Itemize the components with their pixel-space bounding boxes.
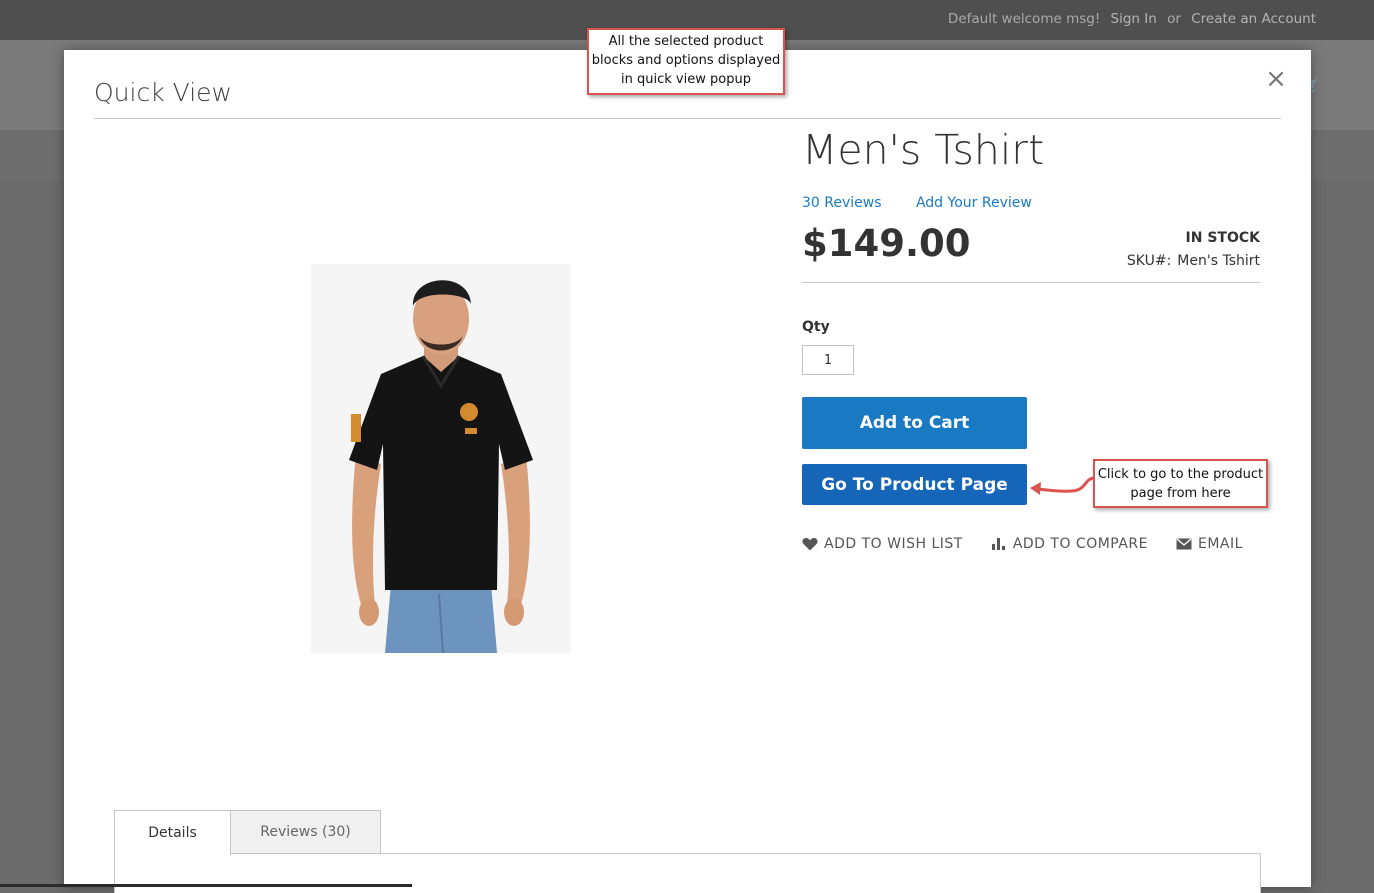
header-links: Default welcome msg! Sign In or Create a…	[942, 11, 1316, 27]
sku-value: Men's Tshirt	[1177, 253, 1260, 269]
product-photo-illustration	[311, 264, 571, 654]
go-to-product-page-button[interactable]: Go To Product Page	[802, 464, 1027, 505]
product-image	[311, 264, 571, 654]
modal-header-divider	[94, 118, 1281, 119]
or-text: or	[1167, 11, 1181, 27]
modal-title: Quick View	[94, 78, 232, 107]
email-link[interactable]: EMAIL	[1176, 536, 1243, 552]
callout-product-page: Click to go to the product page from her…	[1093, 459, 1268, 508]
wishlist-label: ADD TO WISH LIST	[824, 536, 963, 552]
product-title: Men's Tshirt	[802, 126, 1045, 174]
sign-in-link[interactable]: Sign In	[1111, 11, 1157, 27]
info-divider	[802, 282, 1260, 283]
product-price: $149.00	[802, 222, 971, 265]
envelope-icon	[1176, 538, 1192, 550]
heart-icon	[802, 538, 818, 551]
tab-reviews[interactable]: Reviews (30)	[230, 810, 381, 854]
compare-label: ADD TO COMPARE	[1012, 536, 1148, 552]
product-actions: ADD TO WISH LIST ADD TO COMPARE EMAIL	[802, 536, 1271, 552]
reviews-link[interactable]: 30 Reviews	[802, 195, 882, 211]
tab-details[interactable]: Details	[114, 810, 231, 855]
product-sku: SKU#: Men's Tshirt	[1127, 253, 1260, 269]
add-to-wishlist-link[interactable]: ADD TO WISH LIST	[802, 536, 963, 552]
tab-active-mask	[115, 853, 230, 855]
close-icon[interactable]: ×	[1261, 64, 1291, 94]
add-to-cart-button[interactable]: Add to Cart	[802, 397, 1027, 449]
reviews-row: 30 Reviews Add Your Review	[802, 195, 1032, 211]
add-to-compare-link[interactable]: ADD TO COMPARE	[991, 536, 1148, 552]
tab-panel	[114, 853, 1261, 893]
qty-input[interactable]	[802, 345, 854, 375]
create-account-link[interactable]: Create an Account	[1191, 11, 1316, 27]
callout-arrow-icon	[1030, 476, 1094, 495]
email-label: EMAIL	[1198, 536, 1243, 552]
callout-quick-view: All the selected product blocks and opti…	[587, 28, 785, 95]
product-tabs: Reviews (30) Details	[114, 810, 1261, 893]
qty-label: Qty	[802, 319, 830, 335]
stock-status: IN STOCK	[1185, 230, 1260, 246]
compare-icon	[991, 538, 1005, 550]
add-review-link[interactable]: Add Your Review	[916, 195, 1032, 211]
sku-label: SKU#:	[1126, 253, 1172, 269]
welcome-message: Default welcome msg!	[947, 11, 1101, 27]
